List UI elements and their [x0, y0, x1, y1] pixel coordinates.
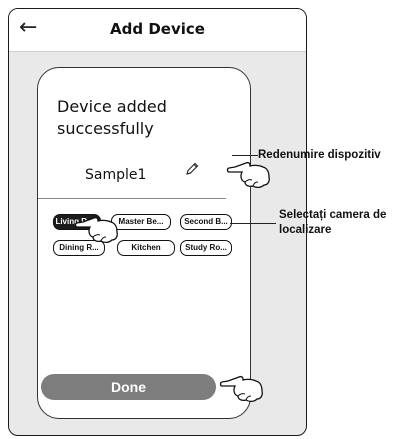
pencil-icon[interactable]	[184, 161, 200, 177]
phone-screen: ← Add Device Device added successfully S…	[8, 8, 307, 436]
device-name-label: Sample1	[85, 167, 147, 183]
success-card: Device added successfully Sample1 Living…	[37, 67, 251, 419]
callout-select-room: Selectați camera de localizare	[279, 208, 405, 238]
app-header: ← Add Device	[9, 9, 306, 52]
hand-pointer-icon	[226, 161, 270, 189]
success-message-line1: Device added	[57, 97, 167, 116]
callout-rename: Redenumire dispozitiv	[258, 149, 381, 161]
room-chip-second-bedroom[interactable]: Second B...	[180, 214, 232, 230]
name-divider	[38, 198, 226, 199]
callout-select-room-line1: Selectați camera de	[279, 209, 387, 221]
success-message-line2: successfully	[57, 119, 154, 138]
hand-pointer-icon	[219, 375, 263, 403]
page-title: Add Device	[110, 20, 205, 38]
success-message: Device added successfully	[57, 96, 167, 140]
room-chip-master-bedroom[interactable]: Master Be...	[111, 214, 171, 230]
callout-leader-line	[230, 223, 276, 224]
callout-leader-line	[232, 155, 258, 156]
room-chip-kitchen[interactable]: Kitchen	[117, 240, 175, 256]
done-button[interactable]: Done	[41, 374, 216, 400]
hand-pointer-icon	[74, 216, 118, 244]
room-chip-study-room[interactable]: Study Ro...	[180, 240, 232, 256]
callout-select-room-line2: localizare	[279, 224, 332, 236]
